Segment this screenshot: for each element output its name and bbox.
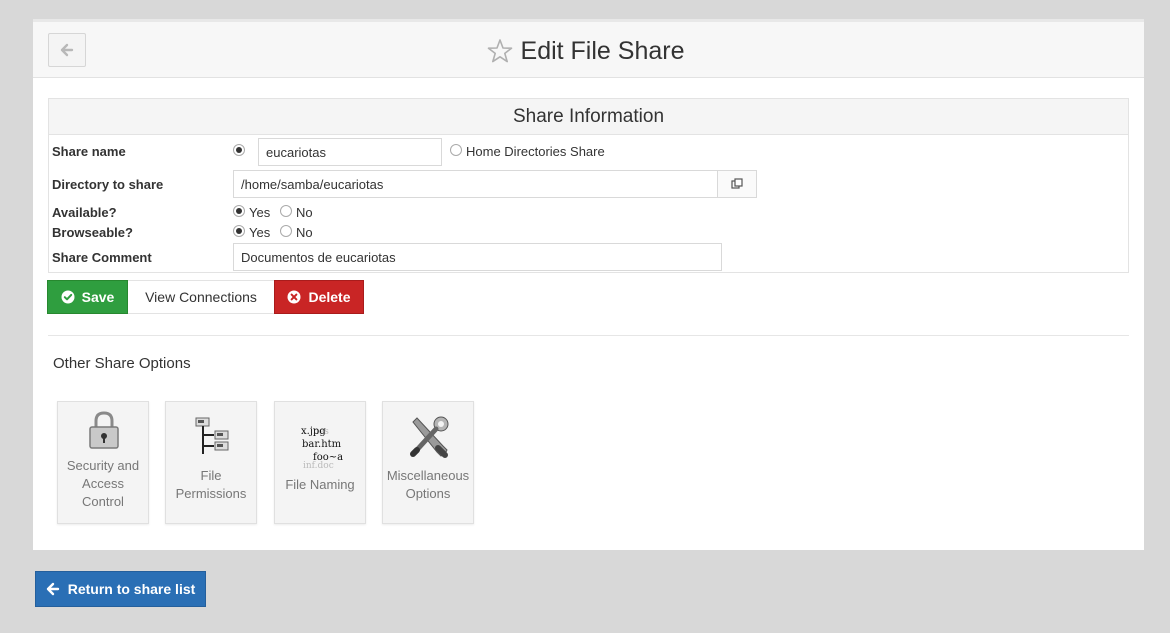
available-no-radio[interactable] (280, 205, 292, 217)
available-no-label: No (296, 205, 313, 220)
directory-label: Directory to share (52, 177, 164, 192)
directory-input[interactable]: /home/samba/eucariotas (233, 170, 718, 198)
tile-file-permissions-label: File Permissions (175, 468, 247, 501)
return-label: Return to share list (67, 581, 196, 597)
home-directories-radio[interactable] (450, 144, 462, 156)
file-chooser-icon (731, 178, 743, 189)
padlock-icon (89, 411, 119, 449)
file-naming-text-1: x.jpg (301, 426, 326, 437)
file-naming-text-4: inf.doc (303, 461, 334, 470)
file-tree-icon (195, 417, 229, 454)
home-directories-label: Home Directories Share (466, 144, 605, 159)
times-circle-icon (287, 290, 301, 304)
share-information-heading: Share Information (49, 99, 1128, 135)
delete-button[interactable]: Delete (274, 280, 364, 314)
edit-share-panel: Edit File Share Share Information Share … (33, 19, 1144, 550)
other-share-options-title: Other Share Options (53, 355, 191, 372)
view-connections-button[interactable]: View Connections (128, 280, 274, 314)
browseable-yes-label: Yes (249, 225, 271, 240)
available-yes-radio[interactable] (233, 205, 245, 217)
save-label: Save (81, 289, 115, 305)
share-name-radio[interactable] (233, 144, 245, 156)
tile-file-naming[interactable]: nes x.jpg bar.htm foo~a inf.doc File Nam… (274, 401, 366, 524)
share-information-box: Share Information Share name eucariotas … (48, 98, 1129, 273)
browseable-yes-radio[interactable] (233, 225, 245, 237)
file-naming-text-2: bar.htm (302, 439, 342, 450)
share-comment-input[interactable]: Documentos de eucariotas (233, 243, 722, 271)
browseable-no-radio[interactable] (280, 225, 292, 237)
browseable-no-label: No (296, 225, 313, 240)
panel-header: Edit File Share (33, 22, 1144, 78)
tile-security-label: Security and Access Control (66, 458, 140, 509)
tile-miscellaneous-options[interactable]: Miscellaneous Options (382, 401, 474, 524)
available-label: Available? (52, 205, 117, 220)
share-comment-label: Share Comment (52, 250, 152, 265)
page-title: Edit File Share (520, 36, 685, 65)
tile-security-access-control[interactable]: Security and Access Control (57, 401, 149, 524)
check-circle-icon (61, 290, 75, 304)
tile-file-naming-label: File Naming (285, 477, 355, 492)
star-icon[interactable] (487, 38, 513, 64)
return-to-share-list-button[interactable]: Return to share list (35, 571, 206, 607)
tile-misc-label: Miscellaneous Options (386, 468, 470, 501)
section-divider (48, 335, 1129, 336)
tile-file-permissions[interactable]: File Permissions (165, 401, 257, 524)
action-buttons: Save View Connections Delete (47, 280, 364, 314)
save-button[interactable]: Save (47, 280, 128, 314)
arrow-left-icon (46, 582, 59, 596)
available-yes-label: Yes (249, 205, 271, 220)
share-name-input[interactable]: eucariotas (258, 138, 442, 166)
file-chooser-button[interactable] (717, 170, 757, 198)
title-wrap: Edit File Share (33, 34, 1144, 68)
file-naming-icon: nes x.jpg bar.htm foo~a inf.doc (301, 426, 343, 470)
share-name-label: Share name (52, 144, 126, 159)
tools-icon (410, 416, 449, 458)
delete-label: Delete (308, 289, 351, 305)
browseable-label: Browseable? (52, 225, 133, 240)
